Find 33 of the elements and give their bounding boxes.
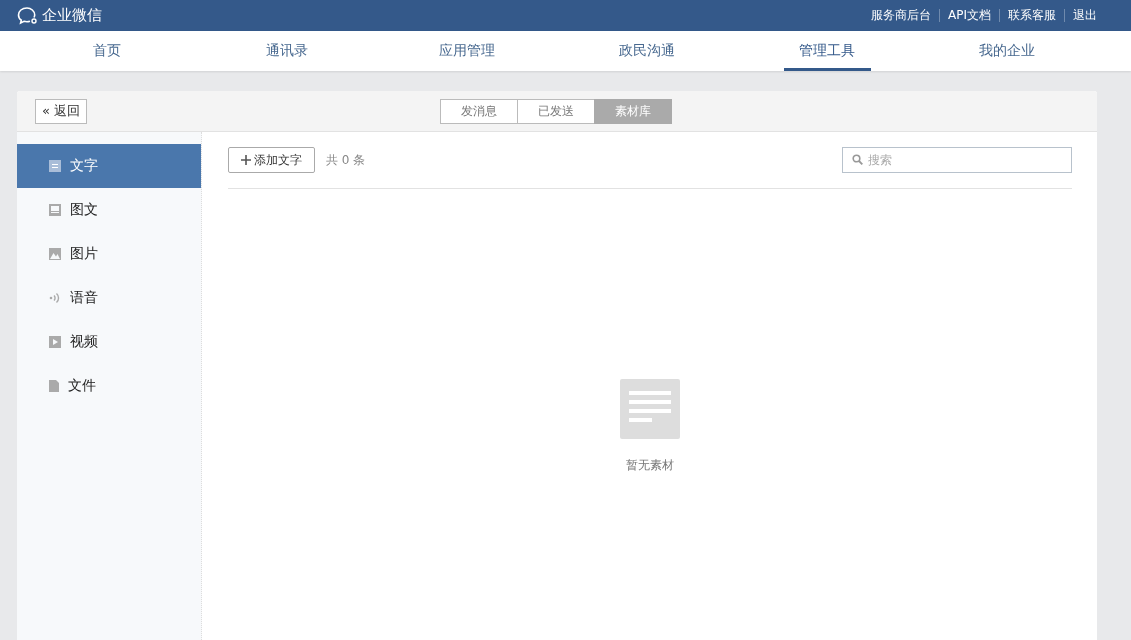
top-link[interactable]: 服务商后台 bbox=[871, 7, 931, 24]
document-icon bbox=[49, 204, 61, 216]
segment-tab[interactable]: 已发送 bbox=[517, 99, 595, 124]
mountain-image-icon bbox=[49, 248, 61, 260]
text-lines-icon bbox=[49, 160, 61, 172]
item-count: 共 0 条 bbox=[326, 151, 366, 169]
nav-tab[interactable]: 通讯录 bbox=[197, 31, 377, 71]
sidebar-item[interactable]: 文字 bbox=[17, 144, 201, 188]
segment-tab[interactable]: 发消息 bbox=[440, 99, 518, 124]
empty-message: 暂无素材 bbox=[626, 457, 674, 474]
plus-icon bbox=[241, 155, 251, 165]
empty-document-icon bbox=[620, 379, 680, 439]
sidebar-item[interactable]: 图文 bbox=[17, 188, 201, 232]
back-button[interactable]: « 返回 bbox=[35, 98, 88, 124]
sound-waves-icon bbox=[49, 292, 61, 304]
nav-tab[interactable]: 管理工具 bbox=[737, 31, 917, 71]
search-field[interactable]: 搜索 bbox=[842, 147, 1072, 173]
chat-bubbles-icon bbox=[17, 6, 39, 25]
play-icon bbox=[49, 336, 61, 348]
nav-tab[interactable]: 我的企业 bbox=[917, 31, 1097, 71]
add-text-button[interactable]: 添加文字 bbox=[228, 147, 315, 173]
nav-tab[interactable]: 首页 bbox=[17, 31, 197, 71]
nav-tab[interactable]: 应用管理 bbox=[377, 31, 557, 71]
top-link[interactable]: 退出 bbox=[1073, 7, 1097, 24]
nav-tab[interactable]: 政民沟通 bbox=[557, 31, 737, 71]
sidebar-item[interactable]: 图片 bbox=[17, 232, 201, 276]
top-link[interactable]: 联系客服 bbox=[1008, 7, 1056, 24]
file-icon bbox=[49, 380, 59, 392]
top-link[interactable]: API文档 bbox=[948, 7, 991, 24]
sidebar-item[interactable]: 文件 bbox=[17, 364, 201, 408]
sidebar-item[interactable]: 视频 bbox=[17, 320, 201, 364]
brand-name: 企业微信 bbox=[42, 6, 102, 25]
sidebar-item[interactable]: 语音 bbox=[17, 276, 201, 320]
